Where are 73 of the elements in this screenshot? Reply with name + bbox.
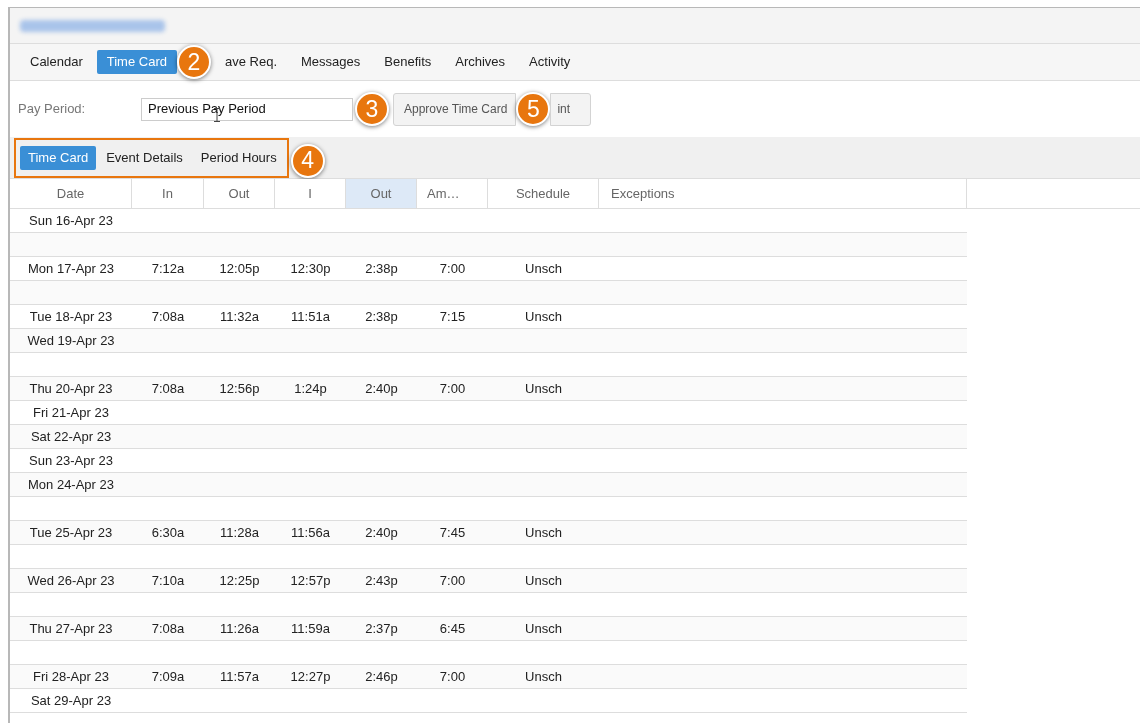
- table-cell-text: Unsch: [525, 619, 562, 638]
- table-cell-text: Sun 16-Apr 23: [29, 211, 113, 230]
- table-cell-text: 7:00: [439, 571, 466, 590]
- table-cell-text: 2:40p: [365, 379, 398, 398]
- table-cell-text: 6:30a: [151, 523, 185, 542]
- table-cell-text: 11:56a: [291, 523, 330, 542]
- table-cell-text: Unsch: [525, 667, 562, 686]
- table-cell-text: 11:28a: [220, 523, 259, 542]
- table-cell-text: 12:56p: [219, 379, 260, 398]
- table-cell-text: 6:45: [439, 619, 466, 638]
- sub-tab[interactable]: Period Hours: [192, 145, 285, 170]
- table-cell-text: Mon 24-Apr 23: [28, 475, 114, 494]
- nav-tab[interactable]: Activity: [519, 50, 581, 74]
- table-cell-text: 7:15: [439, 307, 466, 326]
- column-header[interactable]: Out: [346, 179, 417, 208]
- table-cell-text: 7:08a: [151, 307, 185, 326]
- toolbar-button[interactable]: Approve Time Card: [393, 92, 517, 126]
- table-cell-text: 12:30p: [290, 259, 331, 278]
- table-cell-text: Mon 17-Apr 23: [28, 259, 114, 278]
- table-cell-text: 11:59a: [291, 619, 330, 638]
- table-cell-text: 12:25p: [219, 571, 260, 590]
- pay-period-dropdown[interactable]: Previous Pay Period: [141, 97, 353, 121]
- table-cell-text: Fri 21-Apr 23: [33, 403, 109, 422]
- pay-period-label: Pay Period:: [18, 100, 87, 119]
- table-cell-text: Unsch: [525, 307, 562, 326]
- table-cell-text: Thu 20-Apr 23: [29, 379, 113, 398]
- table-cell-text: Sat 22-Apr 23: [30, 427, 112, 446]
- table-cell-text: 2:38p: [365, 259, 398, 278]
- nav-tab[interactable]: Messages: [291, 50, 371, 74]
- toolbar-button[interactable]: int: [550, 92, 592, 126]
- table-cell-text: 7:00: [439, 379, 466, 398]
- callout-badge: 2: [176, 45, 211, 79]
- table-cell-text: 12:05p: [219, 259, 260, 278]
- nav-tab[interactable]: Benefits: [374, 50, 442, 74]
- table-cell-text: 2:46p: [365, 667, 398, 686]
- table-cell-text: Tue 18-Apr 23: [29, 307, 113, 326]
- table-cell-text: Unsch: [525, 523, 562, 542]
- table-cell-text: 12:27p: [290, 667, 331, 686]
- table-cell-text: 11:32a: [220, 307, 259, 326]
- table-cell-text: 7:00: [439, 259, 466, 278]
- table-cell-text: 2:40p: [365, 523, 398, 542]
- nav-tab[interactable]: Calendar: [20, 50, 93, 74]
- table-cell-text: 11:57a: [220, 667, 259, 686]
- table-cell-text: Sat 29-Apr 23: [30, 691, 112, 710]
- nav-tab[interactable]: ave Req.: [214, 50, 287, 74]
- table-cell-text: Sun 23-Apr 23: [29, 451, 113, 470]
- table-cell-text: 7:45: [439, 523, 466, 542]
- table-cell-text: 7:08a: [151, 619, 185, 638]
- table-cell-text: 11:26a: [220, 619, 259, 638]
- table-cell-text: 7:12a: [151, 259, 185, 278]
- table-cell-text: Fri 28-Apr 23: [33, 667, 109, 686]
- table-cell-text: 1:24p: [294, 379, 327, 398]
- callout-badge: 4: [290, 143, 325, 178]
- callout-badge: 3: [355, 92, 389, 126]
- table-cell-text: 2:43p: [365, 571, 398, 590]
- table-cell-text: Wed 19-Apr 23: [27, 331, 115, 350]
- table-cell-text: 11:51a: [291, 307, 330, 326]
- table-cell-text: Wed 26-Apr 23: [27, 571, 115, 590]
- table-cell-text: Unsch: [525, 571, 562, 590]
- callout-badge: 5: [516, 92, 551, 126]
- table-cell-text: 12:57p: [290, 571, 331, 590]
- table-cell-text: 7:09a: [151, 667, 185, 686]
- table-cell-text: 7:10a: [151, 571, 185, 590]
- table-cell-text: 2:38p: [365, 307, 398, 326]
- table-cell-text: Tue 25-Apr 23: [29, 523, 113, 542]
- table-cell-text: 2:37p: [365, 619, 398, 638]
- table-cell-text: Unsch: [525, 259, 562, 278]
- table-cell-text: Thu 27-Apr 23: [29, 619, 113, 638]
- table-cell-text: 7:00: [439, 667, 466, 686]
- nav-tab[interactable]: Archives: [445, 50, 516, 74]
- table-cell-text: 7:08a: [151, 379, 185, 398]
- table-cell-text: Unsch: [525, 379, 562, 398]
- sub-tab[interactable]: Event Details: [98, 145, 191, 170]
